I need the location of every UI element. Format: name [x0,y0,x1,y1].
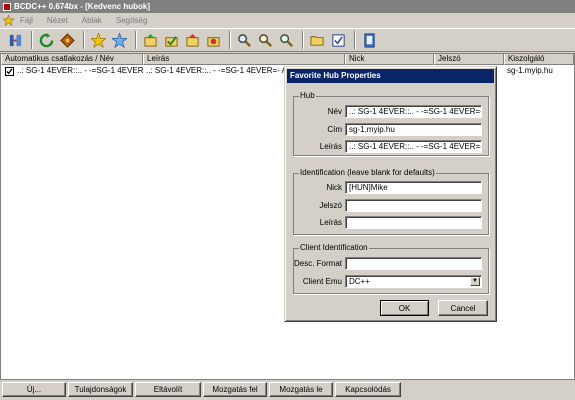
refresh-icon[interactable] [37,31,56,50]
toolbar [0,28,575,52]
public-hubs-icon[interactable] [58,31,77,50]
name-label: Név [327,107,342,116]
description-field[interactable]: ..: SG-1 4EVER::.. - -=SG-1 4EVER=- A [345,140,482,153]
remove-button[interactable]: Eltávolít [135,382,201,397]
autoconnect-checkbox[interactable] [5,66,14,76]
column-header-server[interactable]: Kiszolgáló [504,54,574,65]
toolbar-separator [135,31,137,49]
menu-view[interactable]: Nézet [47,16,68,25]
connect-button[interactable]: Kapcsolódás [335,382,401,397]
password-label: Jelszó [319,201,342,210]
app-icon [3,2,11,11]
upload-queue-icon[interactable] [183,31,202,50]
menu-window[interactable]: Ablak [82,16,102,25]
search-spy-icon[interactable] [277,31,296,50]
row-name: ..: SG-1 4EVER::.. - -=SG-1 4EVER=- A [17,66,143,75]
column-header-name[interactable]: Automatikus csatlakozás / Név [1,54,143,65]
new-button[interactable]: Új... [2,382,66,397]
column-header-nick[interactable]: Nick [345,54,434,65]
window-title: BCDC++ 0.674bx - [Kedvenc hubok] [14,2,151,11]
favorite-hub-properties-dialog: Favorite Hub Properties Hub Név ..: SG-1… [284,66,497,322]
move-up-button[interactable]: Mozgatás fel [203,382,267,397]
search-icon[interactable] [235,31,254,50]
desc-format-field[interactable] [345,257,482,270]
identification-group-label: Identification (leave blank for defaults… [299,168,436,177]
toolbar-separator [83,31,85,49]
bottom-button-bar: Új... Tulajdonságok Eltávolít Mozgatás f… [0,382,575,400]
row-server: sg-1.myip.hu [507,66,553,75]
client-emu-label: Client Emu [302,277,342,286]
list-header: Automatikus csatlakozás / Név Leírás Nic… [1,54,574,65]
hub-group-label: Hub [299,91,316,100]
move-down-button[interactable]: Mozgatás le [269,382,333,397]
menu-file[interactable]: Fájl [20,16,33,25]
title-bar: BCDC++ 0.674bx - [Kedvenc hubok] [0,0,575,13]
address-label: Cím [327,125,342,134]
toolbar-separator [31,31,33,49]
cancel-button[interactable]: Cancel [438,300,488,316]
description-label: Leírás [319,142,342,151]
finished-icon[interactable] [162,31,181,50]
toolbar-separator [302,31,304,49]
properties-button[interactable]: Tulajdonságok [68,382,133,397]
favorite-hubs-icon[interactable] [89,31,108,50]
favorite-users-icon[interactable] [110,31,129,50]
name-field[interactable]: ..: SG-1 4EVER::.. - -=SG-1 4EVER=- A [345,105,482,118]
toolbar-separator [229,31,231,49]
finished-uploads-icon[interactable] [204,31,223,50]
settings-icon[interactable] [329,31,348,50]
nick-field[interactable]: [HUN]Mike [345,181,482,194]
dialog-title: Favorite Hub Properties [287,69,494,83]
chevron-down-icon[interactable]: ▼ [470,277,480,286]
client-identification-group-label: Client Identification [299,243,369,252]
notepad-icon[interactable] [360,31,379,50]
adl-search-icon[interactable] [256,31,275,50]
column-header-password[interactable]: Jelszó [434,54,504,65]
nick-label: Nick [326,183,342,192]
menu-bar: Fájl Nézet Ablak Segítség [0,13,575,28]
password-field[interactable] [345,199,482,212]
client-emu-value: DC++ [349,277,370,286]
client-emu-select[interactable]: DC++ ▼ [345,275,482,288]
desc-format-label: Desc. Format [293,259,342,268]
toolbar-separator [354,31,356,49]
star-icon[interactable] [3,15,14,26]
address-field[interactable]: sg-1.myip.hu [345,123,482,136]
connect-icon[interactable] [6,31,25,50]
column-header-description[interactable]: Leírás [143,54,345,65]
open-folder-icon[interactable] [308,31,327,50]
identification-description-field[interactable] [345,216,482,229]
identification-description-label: Leírás [319,218,342,227]
ok-button[interactable]: OK [380,300,429,316]
queue-icon[interactable] [141,31,160,50]
menu-help[interactable]: Segítség [116,16,148,25]
